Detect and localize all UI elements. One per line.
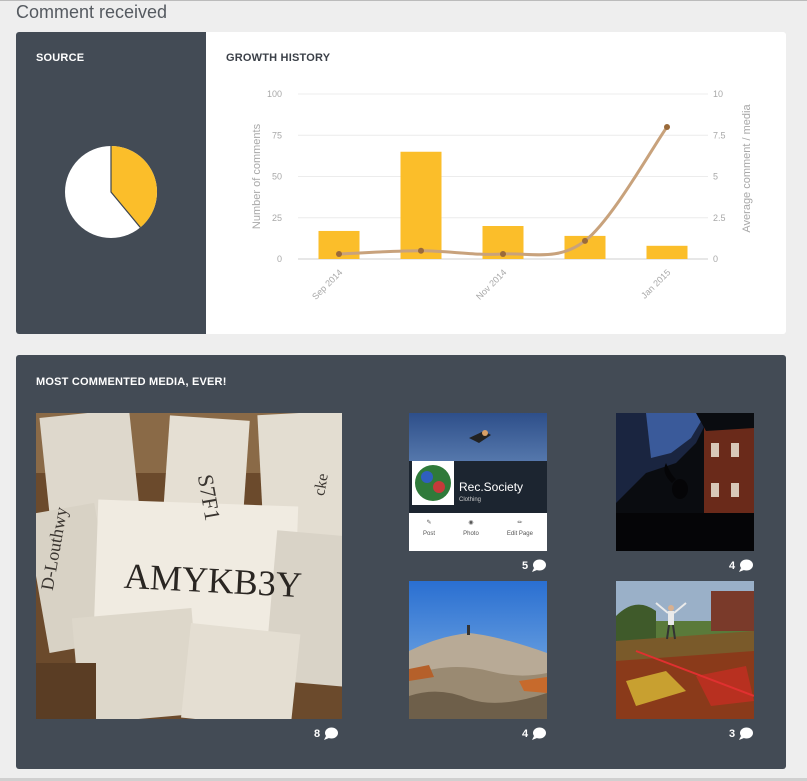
y-tick-label-right: 5 [713,172,718,182]
stats-card: SOURCE GROWTH HISTORY 0 25 50 75 100 0 2.5 5 7.5… [16,32,786,334]
comment-bubble-icon [324,727,339,740]
comment-count: 8 [314,727,321,740]
y-tick-label-left: 25 [272,213,282,223]
comment-count: 3 [729,727,736,740]
fb-action-edit-page: ✏ Edit Page [506,520,533,537]
x-tick-label: Jan 2015 [639,267,672,300]
x-tick-label: Nov 2014 [474,267,508,301]
brand-subtitle: Clothing [459,497,481,503]
media-slackline[interactable] [616,581,754,719]
comment-bubble-icon [739,559,754,572]
media-card: MOST COMMENTED MEDIA, EVER! AMYKB3Y S7F1… [16,355,786,769]
fb-action-post: ✎ Post [423,520,436,537]
edit-icon: ✎ [426,520,432,526]
line-point[interactable] [500,251,506,258]
media-count-3: 4 [729,559,754,572]
line-point[interactable] [418,247,424,254]
comment-count: 4 [522,727,529,740]
y-tick-label-right: 7.5 [713,130,726,140]
camera-icon: ◉ [468,520,474,526]
media-count-5: 3 [729,727,754,740]
media-large-photo[interactable]: AMYKB3Y S7F1 D-Louthwy cke [36,413,342,719]
y-tick-label-right: 0 [713,254,718,264]
source-panel: SOURCE [16,32,206,334]
comment-bubble-icon [532,559,547,572]
brand-name: Rec.Society [459,480,523,494]
media-rec-society[interactable]: Rec.Society Clothing ✎ Post ◉ Photo ✏ Edit … [409,413,547,551]
media-count-1: 8 [314,727,339,740]
line-point[interactable] [664,124,670,130]
media-count-4: 4 [522,727,547,740]
y-tick-label-left: 100 [267,89,282,99]
y-tick-label-right: 2.5 [713,213,726,223]
media-rocky-hilltop[interactable] [409,581,547,719]
bar[interactable] [646,245,688,259]
bar[interactable] [400,151,442,259]
y-axis-title-right: Average comment / media [741,104,753,233]
y-tick-label-left: 0 [277,254,282,264]
fb-action-photo: ◉ Photo [463,520,479,537]
comment-bubble-icon [532,727,547,740]
source-pie-chart[interactable] [64,145,158,239]
pencil-icon: ✏ [517,520,523,526]
comment-count: 4 [729,559,736,572]
comment-bubble-icon [739,727,754,740]
growth-chart: 0 25 50 75 100 0 2.5 5 7.5 10 Number of comments Av… [251,89,753,302]
page-title: Comment received [16,2,168,22]
line-point[interactable] [582,237,588,244]
y-axis-title-left: Number of comments [251,123,263,229]
x-tick-label: Sep 2014 [310,267,344,301]
media-squirrel[interactable] [616,413,754,551]
line-point[interactable] [336,251,342,258]
fb-actions: ✎ Post ◉ Photo ✏ Edit Page [409,513,547,551]
y-tick-label-right: 10 [713,89,723,99]
source-heading: SOURCE [36,52,85,64]
y-tick-label-left: 75 [272,130,282,140]
media-heading: MOST COMMENTED MEDIA, EVER! [36,376,227,388]
y-tick-label-left: 50 [272,172,282,182]
comment-count: 5 [522,559,529,572]
media-count-2: 5 [522,559,547,572]
